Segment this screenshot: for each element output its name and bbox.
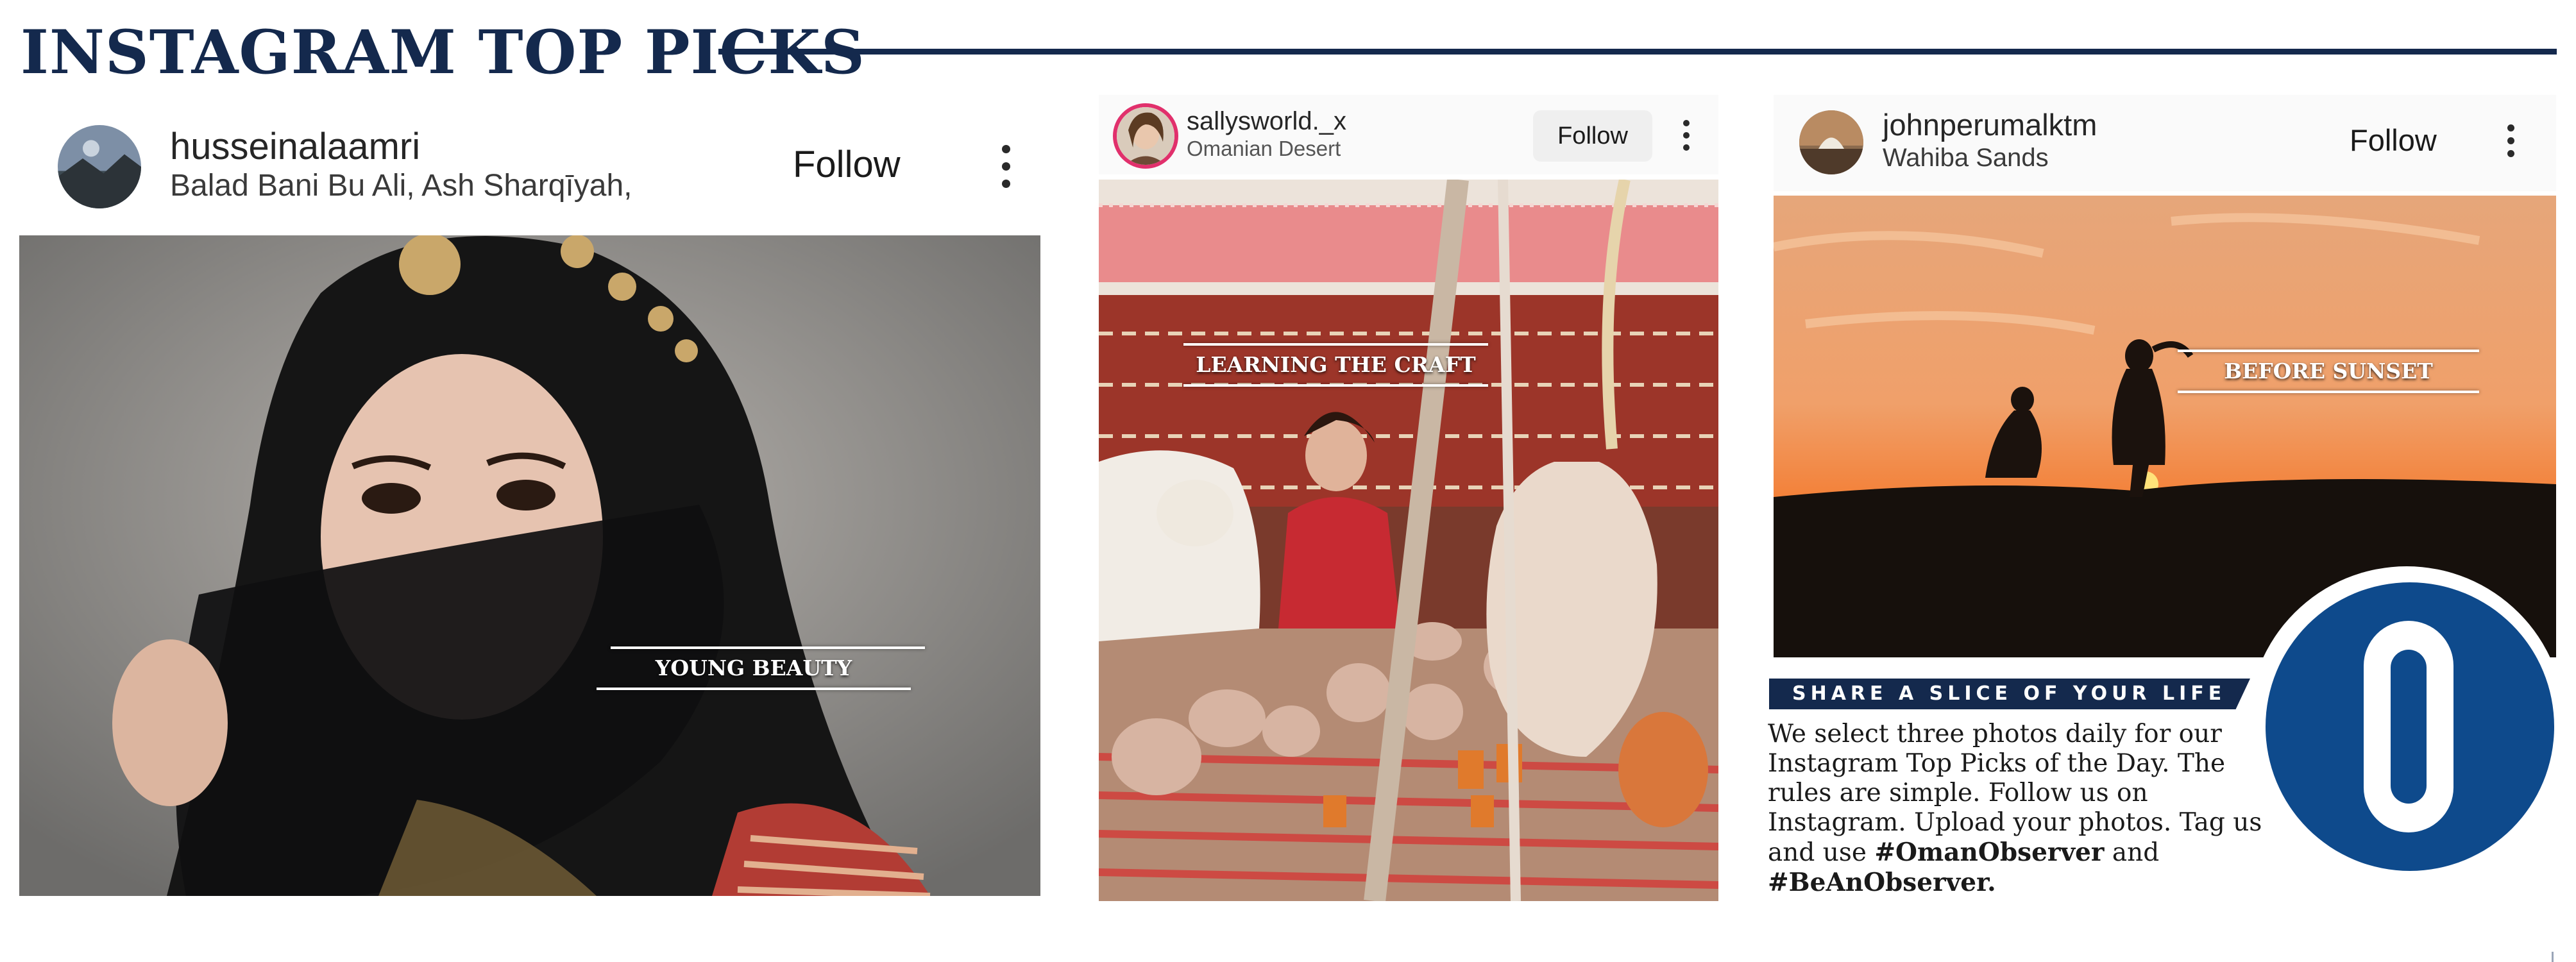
more-options-icon[interactable] xyxy=(2505,124,2516,158)
avatar[interactable] xyxy=(58,125,141,208)
post-username[interactable]: husseinalaamri xyxy=(170,126,420,168)
caption-text: LEARNING THE CRAFT xyxy=(1196,352,1476,377)
post-location[interactable]: Balad Bani Bu Ali, Ash Sharqīyah, xyxy=(170,168,632,204)
photo-caption: LEARNING THE CRAFT xyxy=(1183,343,1488,387)
avatar[interactable] xyxy=(1117,107,1174,165)
avatar[interactable] xyxy=(1799,110,1863,174)
post-location[interactable]: Wahiba Sands xyxy=(1883,143,2049,173)
more-options-icon[interactable] xyxy=(998,145,1013,191)
promo-banner-text: SHARE A SLICE OF YOUR LIFE xyxy=(1792,682,2226,705)
title-divider xyxy=(718,49,2557,55)
observer-logo xyxy=(2248,566,2565,883)
caption-text: BEFORE SUNSET xyxy=(2224,359,2433,384)
promo-text: We select three photos daily for our Ins… xyxy=(1768,720,2268,898)
promo-banner: SHARE A SLICE OF YOUR LIFE xyxy=(1769,679,2250,709)
follow-button[interactable]: Follow xyxy=(2350,123,2437,158)
post-location[interactable]: Omanian Desert xyxy=(1187,136,1341,162)
hashtag-omanobserver: #OmanObserver xyxy=(1874,838,2105,867)
more-options-icon[interactable] xyxy=(1682,120,1691,151)
promo-joiner: and xyxy=(2112,838,2160,867)
follow-button[interactable]: Follow xyxy=(793,144,901,186)
post-photo xyxy=(19,235,1040,896)
follow-button[interactable]: Follow xyxy=(1533,110,1652,162)
post-username[interactable]: sallysworld._x xyxy=(1187,106,1346,136)
post-photo xyxy=(1099,180,1718,901)
post-username[interactable]: johnperumalktm xyxy=(1883,108,2097,142)
photo-caption: YOUNG BEAUTY xyxy=(597,646,925,690)
hashtag-beanobserver: #BeAnObserver. xyxy=(1768,868,1996,897)
photo-caption: BEFORE SUNSET xyxy=(2178,350,2479,393)
caption-text: YOUNG BEAUTY xyxy=(655,655,852,680)
edge-mark xyxy=(2552,952,2554,962)
